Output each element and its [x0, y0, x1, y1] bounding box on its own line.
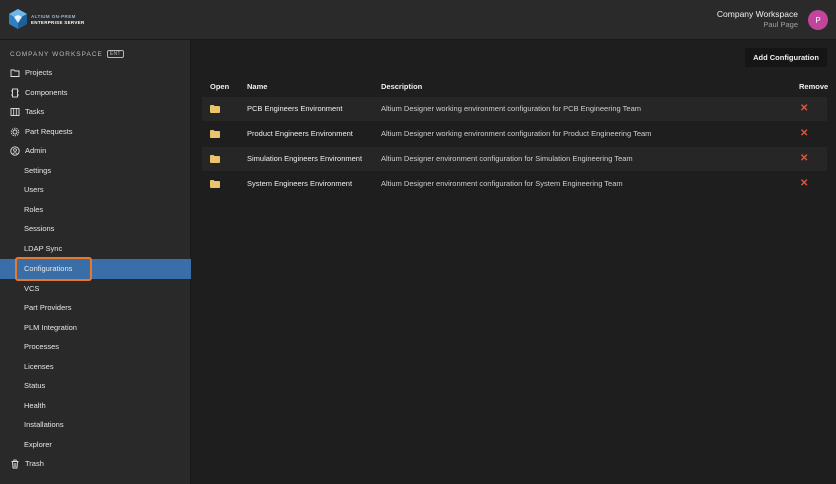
- main-content: Add Configuration Open Name Description …: [192, 40, 836, 484]
- trash-icon: [11, 459, 19, 469]
- gear-icon: [10, 127, 20, 136]
- remove-icon[interactable]: ✕: [800, 172, 808, 196]
- workspace-name: Company Workspace: [716, 9, 798, 19]
- sidebar-item-admin[interactable]: Admin: [0, 141, 191, 161]
- sidebar-item-label: Health: [24, 400, 46, 410]
- top-header: ALTIUM ON-PREM ENTERPRISE SERVER Company…: [0, 0, 836, 40]
- folder-icon[interactable]: [210, 155, 220, 163]
- ent-badge: ENT: [106, 50, 124, 58]
- sidebar-item-label: Admin: [25, 146, 47, 155]
- sidebar-item-label: Settings: [24, 165, 52, 175]
- logo-line2: ENTERPRISE SERVER: [31, 19, 85, 25]
- sidebar-item-trash[interactable]: Trash: [0, 454, 191, 474]
- sidebar-item-label: Status: [24, 381, 46, 390]
- sidebar-item-tasks[interactable]: Tasks: [0, 102, 191, 122]
- config-description: Altium Designer working environment conf…: [381, 104, 641, 113]
- sidebar-item-licenses[interactable]: Licenses: [0, 357, 191, 377]
- remove-icon[interactable]: ✕: [800, 122, 808, 146]
- sidebar-item-vcs[interactable]: VCS: [0, 279, 191, 299]
- table-row[interactable]: Product Engineers Environment Altium Des…: [202, 122, 827, 146]
- sidebar-item-label: VCS: [24, 283, 40, 293]
- sidebar-item-processes[interactable]: Processes: [0, 337, 191, 357]
- sidebar-item-label: Explorer: [24, 439, 52, 449]
- workspace-label-text: COMPANY WORKSPACE: [10, 50, 103, 58]
- sidebar-item-label: PLM Integration: [24, 322, 77, 332]
- altium-logo[interactable]: ALTIUM ON-PREM ENTERPRISE SERVER: [9, 9, 85, 29]
- sidebar-item-label: Projects: [25, 68, 53, 77]
- sidebar-item-label: LDAP Sync: [24, 243, 63, 253]
- config-name[interactable]: Simulation Engineers Environment: [247, 147, 362, 171]
- table-row[interactable]: Simulation Engineers Environment Altium …: [202, 147, 827, 171]
- configurations-highlight: [15, 257, 92, 281]
- sidebar-item-health[interactable]: Health: [0, 396, 191, 416]
- folder-icon: [10, 69, 20, 77]
- folder-icon[interactable]: [210, 180, 220, 188]
- column-header-remove: Remove: [799, 82, 829, 91]
- sidebar-item-label: Installations: [24, 420, 64, 429]
- sidebar-item-label: Sessions: [24, 224, 55, 233]
- sidebar-item-label: Users: [24, 185, 44, 194]
- user-icon: [10, 146, 20, 156]
- workspace-label: COMPANY WORKSPACE ENT: [10, 50, 124, 58]
- sidebar-item-settings[interactable]: Settings: [0, 161, 191, 181]
- column-header-description: Description: [381, 82, 423, 91]
- sidebar-item-sessions[interactable]: Sessions: [0, 219, 191, 239]
- sidebar-item-part-providers[interactable]: Part Providers: [0, 298, 191, 318]
- config-name[interactable]: PCB Engineers Environment: [247, 97, 342, 121]
- config-description: Altium Designer working environment conf…: [381, 129, 652, 138]
- sidebar-item-components[interactable]: Components: [0, 83, 191, 103]
- avatar[interactable]: P: [808, 10, 828, 30]
- altium-logo-icon: [9, 9, 27, 29]
- remove-icon[interactable]: ✕: [800, 97, 808, 121]
- sidebar-item-label: Part Providers: [24, 303, 72, 312]
- sidebar-item-label: Components: [25, 87, 68, 97]
- sidebar-item-label: Processes: [24, 342, 60, 351]
- sidebar-item-ldap-sync[interactable]: LDAP Sync: [0, 239, 191, 259]
- remove-icon[interactable]: ✕: [800, 147, 808, 171]
- config-name[interactable]: Product Engineers Environment: [247, 122, 353, 146]
- folder-icon[interactable]: [210, 105, 220, 113]
- sidebar-item-label: Trash: [25, 459, 44, 468]
- table-row[interactable]: PCB Engineers Environment Altium Designe…: [202, 97, 827, 121]
- sidebar-item-label: Tasks: [25, 107, 45, 116]
- folder-icon[interactable]: [210, 130, 220, 138]
- sidebar-item-plm-integration[interactable]: PLM Integration: [0, 318, 191, 338]
- config-name[interactable]: System Engineers Environment: [247, 172, 352, 196]
- config-description: Altium Designer environment configuratio…: [381, 179, 623, 188]
- column-header-open: Open: [210, 82, 230, 91]
- add-configuration-button[interactable]: Add Configuration: [745, 48, 827, 67]
- sidebar-item-explorer[interactable]: Explorer: [0, 435, 191, 455]
- sidebar-item-status[interactable]: Status: [0, 376, 191, 396]
- sidebar-item-roles[interactable]: Roles: [0, 200, 191, 220]
- component-icon: [11, 88, 19, 97]
- sidebar-item-label: Part Requests: [25, 126, 73, 136]
- sidebar-item-projects[interactable]: Projects: [0, 63, 191, 83]
- sidebar-item-users[interactable]: Users: [0, 180, 191, 200]
- sidebar-item-part-requests[interactable]: Part Requests: [0, 122, 191, 142]
- config-description: Altium Designer environment configuratio…: [381, 154, 633, 163]
- column-header-name: Name: [247, 82, 268, 91]
- sidebar-item-label: Roles: [24, 204, 44, 214]
- sidebar-item-installations[interactable]: Installations: [0, 415, 191, 435]
- logo-line1: ALTIUM ON-PREM: [31, 13, 76, 19]
- tasks-icon: [10, 108, 20, 116]
- user-info[interactable]: Company Workspace Paul Page: [717, 9, 798, 30]
- table-row[interactable]: System Engineers Environment Altium Desi…: [202, 172, 827, 196]
- user-name: Paul Page: [763, 20, 798, 29]
- sidebar-item-label: Licenses: [24, 361, 54, 371]
